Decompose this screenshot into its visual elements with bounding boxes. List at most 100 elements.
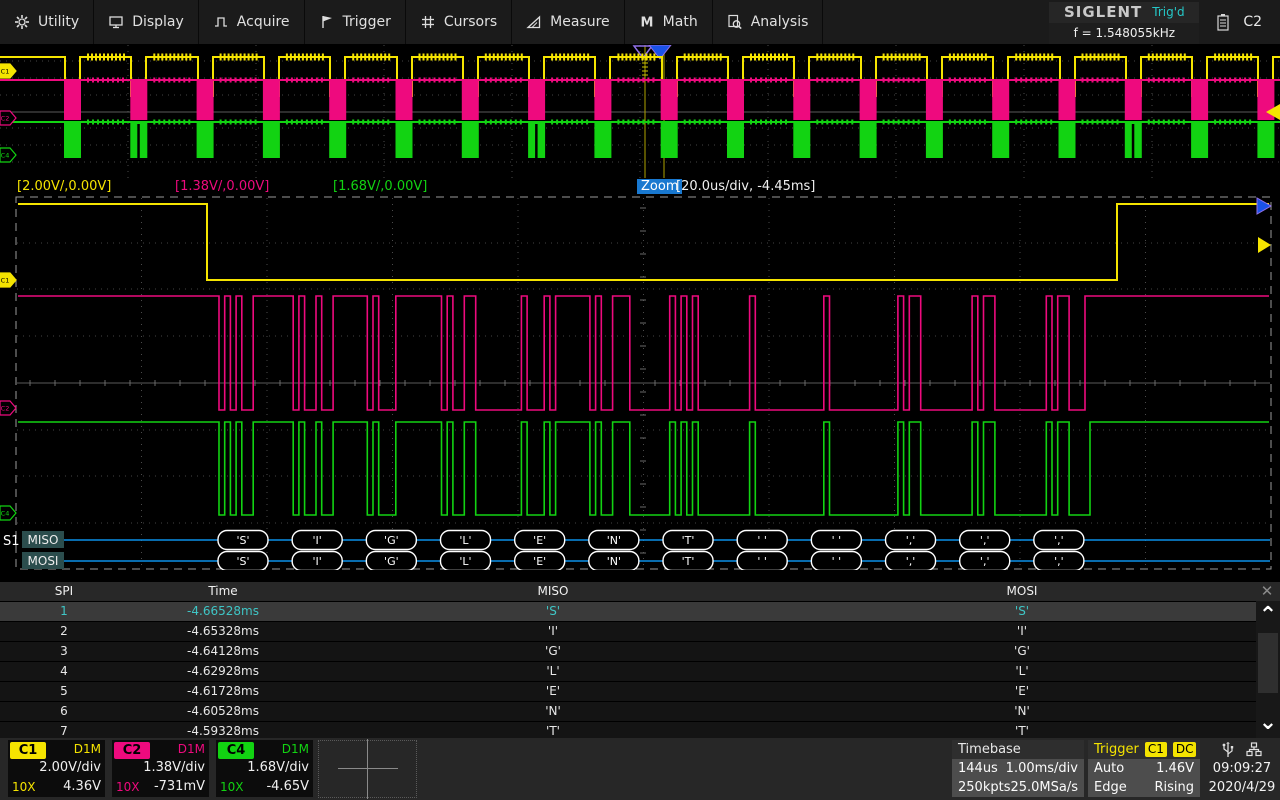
- svg-text:'S': 'S': [236, 534, 249, 547]
- channel-box-c2[interactable]: C2 D1M 1.38V/div10X -731mV: [112, 740, 209, 797]
- timebase-samplerate: 25.0MSa/s: [1010, 778, 1078, 797]
- menu-item-acquire[interactable]: Acquire: [199, 0, 305, 44]
- lan-icon: [1246, 742, 1262, 757]
- timebase-delay: 144us: [958, 759, 998, 778]
- main-waveform-view[interactable]: C1 C2 C4: [0, 45, 1280, 178]
- svg-text:'E': 'E': [533, 534, 546, 547]
- decode-group-label: S1: [3, 534, 20, 549]
- svg-text:'N': 'N': [607, 534, 621, 547]
- svg-text:'G': 'G': [384, 534, 399, 547]
- add-channel-box[interactable]: [318, 740, 417, 798]
- table-header-row: SPITimeMISOMOSI: [0, 582, 1280, 602]
- svg-text:'T': 'T': [682, 555, 695, 568]
- trigger-coupling-badge: DC: [1173, 742, 1197, 757]
- svg-text:',': ',': [906, 555, 916, 568]
- svg-text:MISO: MISO: [28, 533, 59, 547]
- analysis-icon: [727, 14, 743, 30]
- spi-decode-table: SPITimeMISOMOSI1-4.66528ms'S''S'2-4.6532…: [0, 582, 1280, 738]
- brand-box: SIGLENT Trig'd f = 1.548055kHz: [1049, 2, 1199, 44]
- overview-canvas: C1 C2 C4: [0, 45, 1280, 178]
- svg-text:' ': ' ': [757, 534, 767, 547]
- gear-icon: [14, 14, 30, 30]
- math-icon: M: [639, 14, 655, 30]
- channel-probe: 10X: [12, 780, 36, 794]
- svg-text:C1: C1: [1, 277, 10, 285]
- active-channel-indicator[interactable]: C2: [1243, 14, 1262, 30]
- table-row[interactable]: 5-4.61728ms'E''E': [0, 682, 1280, 702]
- svg-text:C1: C1: [1, 68, 10, 76]
- channel-scale: 1.38V/div: [143, 760, 205, 775]
- zoom-position-marker[interactable]: [1257, 198, 1271, 214]
- measure-icon: [526, 14, 542, 30]
- svg-text:M: M: [640, 16, 653, 31]
- svg-text:C2: C2: [1, 405, 10, 413]
- table-scrollbar[interactable]: ⌃ ⌄: [1256, 601, 1280, 738]
- table-close-button[interactable]: ✕: [1258, 583, 1276, 599]
- svg-text:MOSI: MOSI: [28, 554, 59, 568]
- zoom-waveform-view[interactable]: C1C2C4S1MISO'S''I''G''L''E''N''T'' '' ''…: [0, 196, 1280, 570]
- menu-item-utility[interactable]: Utility: [0, 0, 94, 44]
- trigger-status: Trig'd: [1152, 5, 1184, 19]
- c2-trace-zoom: [18, 296, 1269, 410]
- table-row[interactable]: 2-4.65328ms'I''I': [0, 622, 1280, 642]
- c1-scale-label: [2.00V/,0.00V]: [17, 179, 111, 194]
- trigger-type: Edge: [1094, 778, 1127, 797]
- svg-text:C2: C2: [1, 115, 10, 123]
- svg-text:C4: C4: [1, 152, 10, 160]
- svg-text:'S': 'S': [236, 555, 249, 568]
- channel-offset: 4.36V: [63, 779, 101, 794]
- table-row[interactable]: 3-4.64128ms'G''G': [0, 642, 1280, 662]
- svg-text:'L': 'L': [459, 534, 471, 547]
- svg-text:',': ',': [980, 555, 990, 568]
- table-row[interactable]: 4-4.62928ms'L''L': [0, 662, 1280, 682]
- timebase-box[interactable]: Timebase 144us 1.00ms/div 250kpts 25.0MS…: [952, 740, 1084, 797]
- menu-item-measure[interactable]: Measure: [512, 0, 625, 44]
- timebase-scale: 1.00ms/div: [1006, 759, 1078, 778]
- scroll-down-button[interactable]: ⌄: [1256, 710, 1280, 738]
- acquire-icon: [213, 14, 229, 30]
- clock-time: 09:09:27: [1204, 759, 1280, 778]
- table-row[interactable]: 1-4.66528ms'S''S': [0, 602, 1280, 622]
- svg-text:',': ',': [906, 534, 916, 547]
- menu-item-math[interactable]: MMath: [625, 0, 713, 44]
- menu-item-trigger[interactable]: Trigger: [305, 0, 406, 44]
- channel-scale: 2.00V/div: [39, 760, 101, 775]
- svg-text:'T': 'T': [682, 534, 695, 547]
- menu-item-display[interactable]: Display: [94, 0, 199, 44]
- svg-text:'G': 'G': [384, 555, 399, 568]
- channel-coupling: D1M: [74, 742, 101, 756]
- svg-text:',': ',': [1054, 534, 1064, 547]
- svg-text:'I': 'I': [313, 534, 322, 547]
- svg-text:',': ',': [1054, 555, 1064, 568]
- scroll-up-button[interactable]: ⌃: [1256, 603, 1280, 631]
- channel-box-c4[interactable]: C4D1M1.68V/div10X-4.65V: [216, 740, 313, 797]
- channel-probe: 10X: [220, 780, 244, 794]
- trigger-mode: Auto: [1094, 759, 1124, 778]
- zoom-trigger-level-marker[interactable]: [1258, 237, 1271, 253]
- trigger-slope: Rising: [1154, 778, 1194, 797]
- table-row[interactable]: 6-4.60528ms'N''N': [0, 702, 1280, 722]
- usb-icon: [1222, 742, 1234, 758]
- scrollbar-thumb[interactable]: [1258, 633, 1278, 693]
- c4-scale-label: [1.68V/,0.00V]: [333, 179, 427, 194]
- channel-probe: 10X: [116, 780, 140, 794]
- channel-badge: C2: [114, 742, 150, 759]
- svg-text:'L': 'L': [459, 555, 471, 568]
- channel-box-c1[interactable]: C1D1M2.00V/div10X4.36V: [8, 740, 105, 797]
- flag-icon: [319, 14, 335, 30]
- status-bar: C1D1M2.00V/div10X4.36VC2D1M1.38V/div10X-…: [0, 738, 1280, 800]
- svg-text:'I': 'I': [313, 555, 322, 568]
- svg-text:' ': ' ': [757, 555, 767, 568]
- channel-coupling: D1M: [178, 742, 205, 756]
- menu-item-cursors[interactable]: Cursors: [406, 0, 512, 44]
- timebase-title: Timebase: [958, 740, 1021, 759]
- menu-bar: UtilityDisplayAcquireTriggerCursorsMeasu…: [0, 0, 1280, 44]
- trigger-level: 1.46V: [1156, 759, 1194, 778]
- zoom-timebase-label: [20.0us/div, -4.45ms]: [676, 179, 815, 194]
- trigger-box[interactable]: Trigger C1 DC Auto 1.46V Edge Rising: [1088, 740, 1200, 797]
- menu-item-analysis[interactable]: Analysis: [713, 0, 824, 44]
- channel-coupling: D1M: [282, 742, 309, 756]
- clock-zone: 09:09:27 2020/4/29: [1204, 740, 1280, 797]
- channel-scale: 1.68V/div: [247, 760, 309, 775]
- channel-offset: -731mV: [154, 779, 205, 794]
